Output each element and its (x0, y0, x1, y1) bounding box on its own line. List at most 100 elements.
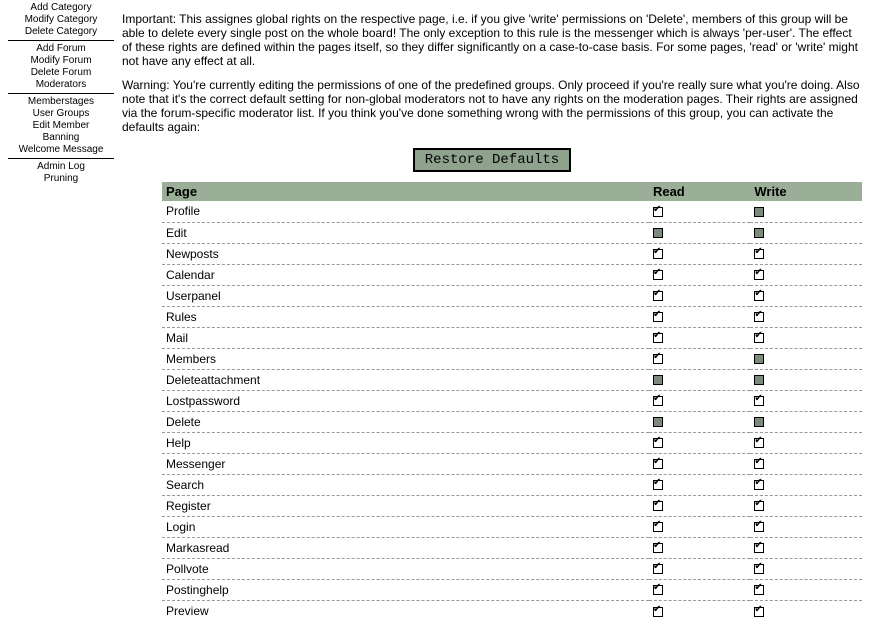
read-checkbox[interactable] (653, 207, 663, 217)
write-checkbox[interactable] (754, 459, 764, 469)
table-row: Markasread (162, 537, 862, 558)
page-cell: Postinghelp (162, 579, 649, 600)
read-checkbox[interactable] (653, 585, 663, 595)
read-cell (649, 495, 750, 516)
write-checkbox[interactable] (754, 417, 764, 427)
page-cell: Profile (162, 201, 649, 222)
write-checkbox[interactable] (754, 522, 764, 532)
write-cell (750, 390, 862, 411)
sidebar-link[interactable]: Welcome Message (8, 144, 114, 156)
sidebar-link[interactable]: Moderators (8, 79, 114, 91)
write-checkbox[interactable] (754, 480, 764, 490)
sidebar-group: Add ForumModify ForumDelete ForumModerat… (8, 43, 114, 94)
read-checkbox[interactable] (653, 333, 663, 343)
read-checkbox[interactable] (653, 543, 663, 553)
sidebar-link[interactable]: Delete Category (8, 26, 114, 38)
write-checkbox[interactable] (754, 291, 764, 301)
main-content: Important: This assignes global rights o… (122, 0, 872, 621)
read-cell (649, 537, 750, 558)
read-cell (649, 390, 750, 411)
sidebar-link[interactable]: User Groups (8, 108, 114, 120)
read-checkbox[interactable] (653, 417, 663, 427)
write-checkbox[interactable] (754, 249, 764, 259)
read-checkbox[interactable] (653, 354, 663, 364)
page-cell: Login (162, 516, 649, 537)
read-checkbox[interactable] (653, 607, 663, 617)
sidebar-link[interactable]: Edit Member (8, 120, 114, 132)
sidebar-link[interactable]: Pruning (8, 173, 114, 185)
page-cell: Help (162, 432, 649, 453)
read-checkbox[interactable] (653, 312, 663, 322)
th-page: Page (162, 182, 649, 201)
write-cell (750, 348, 862, 369)
write-checkbox[interactable] (754, 228, 764, 238)
read-cell (649, 348, 750, 369)
write-checkbox[interactable] (754, 270, 764, 280)
write-checkbox[interactable] (754, 396, 764, 406)
th-read: Read (649, 182, 750, 201)
sidebar-link[interactable]: Memberstages (8, 96, 114, 108)
write-cell (750, 369, 862, 390)
read-checkbox[interactable] (653, 228, 663, 238)
page-cell: Search (162, 474, 649, 495)
admin-sidebar: Add CategoryModify CategoryDelete Catego… (0, 0, 122, 189)
read-cell (649, 264, 750, 285)
read-checkbox[interactable] (653, 438, 663, 448)
read-cell (649, 474, 750, 495)
sidebar-link[interactable]: Modify Forum (8, 55, 114, 67)
page-cell: Delete (162, 411, 649, 432)
read-cell (649, 243, 750, 264)
write-cell (750, 495, 862, 516)
read-checkbox[interactable] (653, 522, 663, 532)
write-checkbox[interactable] (754, 333, 764, 343)
read-checkbox[interactable] (653, 480, 663, 490)
write-checkbox[interactable] (754, 375, 764, 385)
read-cell (649, 411, 750, 432)
sidebar-link[interactable]: Add Category (8, 2, 114, 14)
table-row: Mail (162, 327, 862, 348)
read-checkbox[interactable] (653, 459, 663, 469)
write-checkbox[interactable] (754, 607, 764, 617)
page-cell: Newposts (162, 243, 649, 264)
write-cell (750, 264, 862, 285)
write-checkbox[interactable] (754, 585, 764, 595)
read-cell (649, 558, 750, 579)
write-checkbox[interactable] (754, 354, 764, 364)
page-cell: Mail (162, 327, 649, 348)
permissions-table: Page Read Write ProfileEditNewpostsCalen… (162, 182, 862, 621)
read-cell (649, 432, 750, 453)
sidebar-link[interactable]: Delete Forum (8, 67, 114, 79)
sidebar-link[interactable]: Admin Log (8, 161, 114, 173)
write-checkbox[interactable] (754, 501, 764, 511)
write-checkbox[interactable] (754, 438, 764, 448)
write-checkbox[interactable] (754, 543, 764, 553)
table-row: Rules (162, 306, 862, 327)
write-checkbox[interactable] (754, 564, 764, 574)
table-row: Newposts (162, 243, 862, 264)
table-row: Edit (162, 222, 862, 243)
write-checkbox[interactable] (754, 207, 764, 217)
read-checkbox[interactable] (653, 501, 663, 511)
read-checkbox[interactable] (653, 249, 663, 259)
read-checkbox[interactable] (653, 270, 663, 280)
sidebar-link[interactable]: Banning (8, 132, 114, 144)
read-checkbox[interactable] (653, 375, 663, 385)
write-cell (750, 201, 862, 222)
sidebar-link[interactable]: Add Forum (8, 43, 114, 55)
write-cell (750, 243, 862, 264)
restore-defaults-button[interactable]: Restore Defaults (413, 148, 571, 172)
read-checkbox[interactable] (653, 291, 663, 301)
page-cell: Lostpassword (162, 390, 649, 411)
page-cell: Pollvote (162, 558, 649, 579)
write-cell (750, 558, 862, 579)
write-cell (750, 327, 862, 348)
th-write: Write (750, 182, 862, 201)
sidebar-link[interactable]: Modify Category (8, 14, 114, 26)
read-checkbox[interactable] (653, 564, 663, 574)
table-row: Search (162, 474, 862, 495)
write-cell (750, 600, 862, 621)
table-row: Help (162, 432, 862, 453)
write-checkbox[interactable] (754, 312, 764, 322)
read-checkbox[interactable] (653, 396, 663, 406)
page-cell: Register (162, 495, 649, 516)
